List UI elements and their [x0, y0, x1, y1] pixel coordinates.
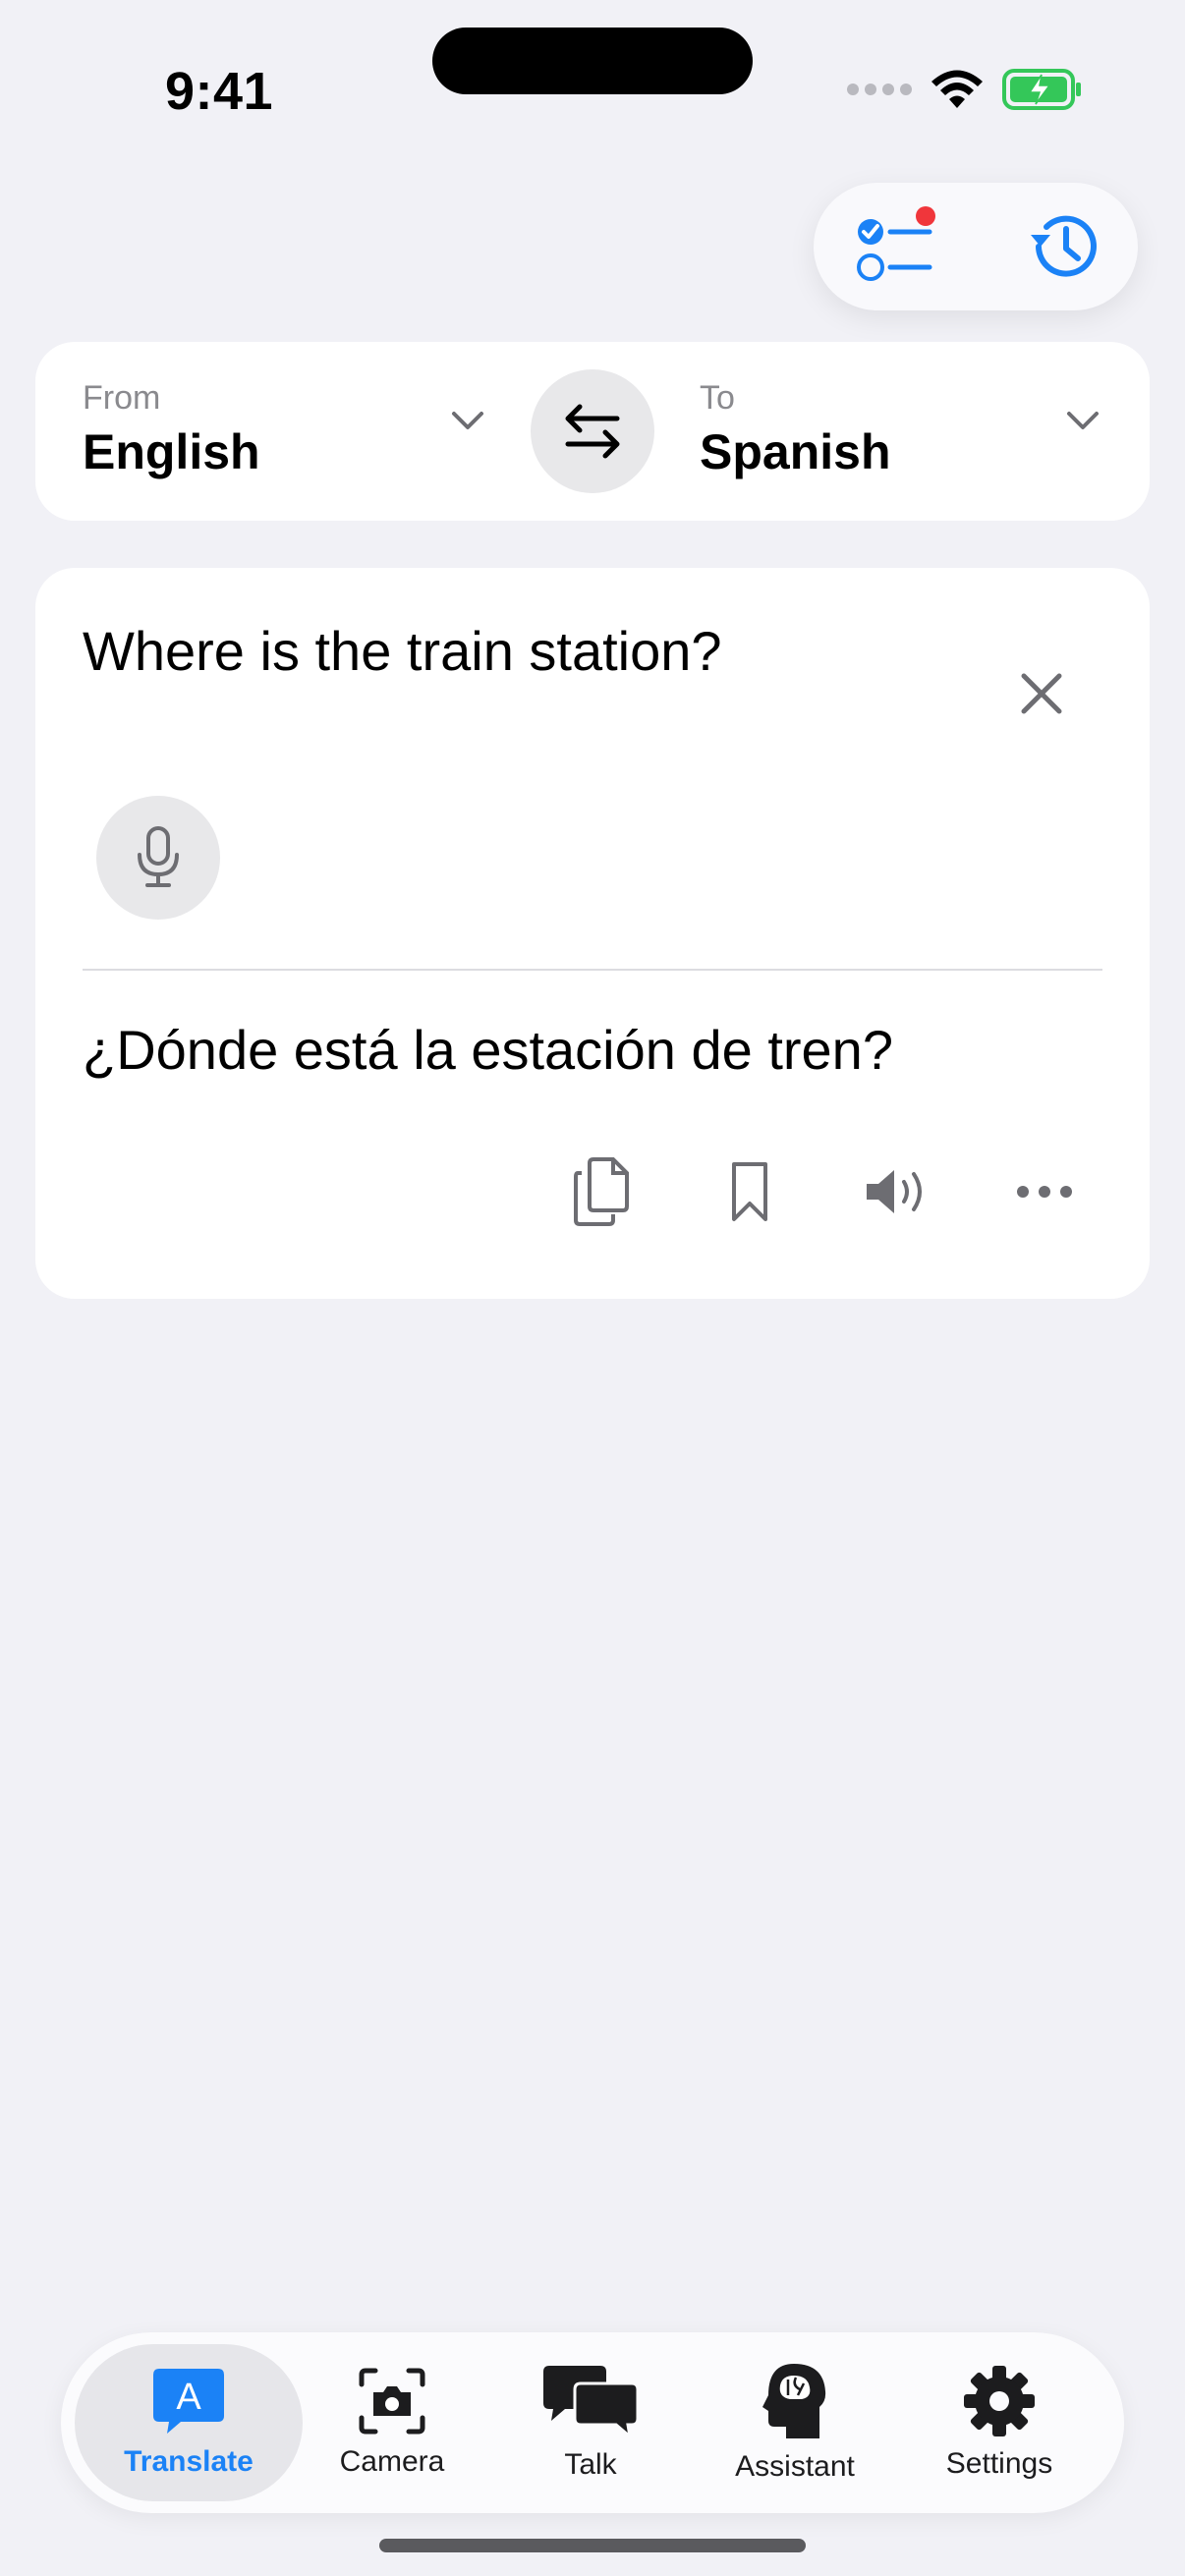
bookmark-icon: [732, 1162, 767, 1221]
translation-card: Where is the train station? ¿Dónde está …: [35, 568, 1150, 1299]
tab-bar: A Translate Camera Talk Assistant Settin…: [61, 2332, 1124, 2513]
bookmark-button[interactable]: [705, 1148, 794, 1236]
copy-icon: [574, 1157, 629, 1226]
notification-badge: [916, 206, 935, 226]
chevron-down-icon[interactable]: [1063, 407, 1102, 434]
home-indicator[interactable]: [379, 2539, 806, 2552]
to-caption: To: [700, 379, 735, 417]
tab-translate[interactable]: A Translate: [75, 2344, 303, 2501]
chat-bubbles-icon: [543, 2366, 640, 2438]
from-language: English: [83, 424, 260, 479]
language-selector: From English To Spanish: [35, 342, 1150, 521]
from-language-picker[interactable]: From English: [83, 379, 495, 480]
wifi-icon: [931, 70, 983, 108]
to-language: Spanish: [700, 424, 891, 479]
status-time: 9:41: [165, 62, 274, 121]
translate-screen: 9:41 From English To Spanish Where is th…: [0, 0, 1185, 2576]
microphone-button[interactable]: [96, 796, 220, 920]
tab-camera[interactable]: Camera: [301, 2344, 483, 2501]
more-options-button[interactable]: [1000, 1148, 1089, 1236]
speaker-icon: [867, 1170, 922, 1213]
translated-text: ¿Dónde está la estación de tren?: [83, 1019, 893, 1081]
brain-head-icon: [762, 2364, 826, 2438]
translate-icon: A: [153, 2369, 224, 2434]
svg-text:A: A: [176, 2377, 201, 2418]
tab-label: Settings: [945, 2447, 1053, 2480]
tab-label: Translate: [124, 2445, 254, 2478]
divider: [83, 969, 1102, 971]
battery-charging-icon: [1002, 69, 1081, 110]
history-icon: [1031, 215, 1097, 277]
from-caption: From: [83, 379, 161, 417]
swap-arrows-icon: [565, 404, 620, 459]
cellular-signal-icon: [847, 84, 912, 95]
tab-label: Talk: [564, 2448, 617, 2481]
header-actions: [814, 183, 1138, 310]
to-language-picker[interactable]: To Spanish: [700, 379, 1093, 480]
dynamic-island: [432, 28, 753, 94]
tab-talk[interactable]: Talk: [499, 2344, 682, 2501]
tab-label: Camera: [339, 2445, 445, 2478]
speak-button[interactable]: [853, 1148, 941, 1236]
task-list-button[interactable]: [853, 204, 941, 289]
clear-button[interactable]: [1002, 654, 1081, 733]
status-indicators: [847, 69, 1083, 110]
camera-icon: [359, 2368, 425, 2435]
copy-button[interactable]: [558, 1148, 647, 1236]
task-list-icon: [857, 206, 935, 281]
tab-settings[interactable]: Settings: [908, 2344, 1091, 2501]
source-text-input[interactable]: Where is the train station?: [83, 619, 722, 683]
gear-icon: [964, 2366, 1035, 2436]
history-button[interactable]: [1020, 204, 1108, 289]
ellipsis-icon: [1017, 1186, 1072, 1198]
swap-languages-button[interactable]: [531, 369, 654, 493]
tab-label: Assistant: [735, 2450, 855, 2483]
chevron-down-icon[interactable]: [448, 407, 487, 434]
microphone-icon: [138, 826, 179, 887]
close-icon: [1021, 673, 1062, 714]
tab-assistant[interactable]: Assistant: [704, 2344, 886, 2501]
